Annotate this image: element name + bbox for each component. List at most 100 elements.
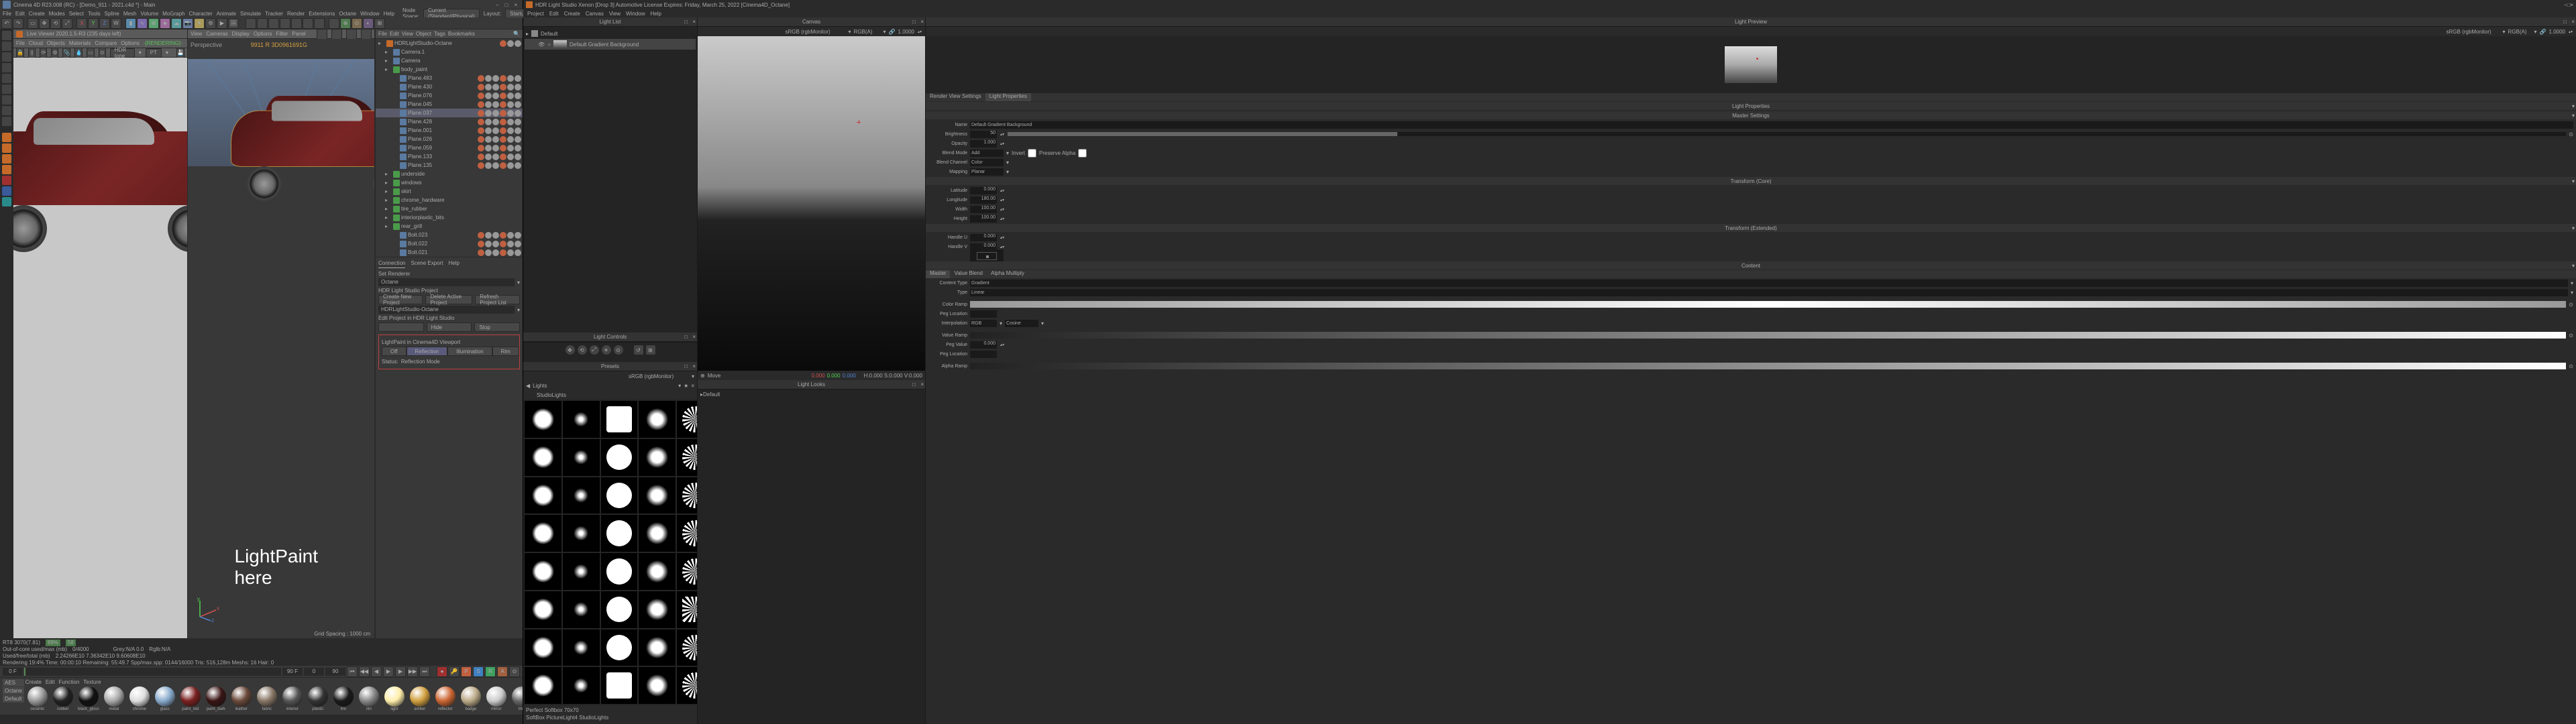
hls-menu-canvas[interactable]: Canvas	[586, 11, 604, 17]
object-name[interactable]: Plane.135	[408, 162, 476, 168]
object-tag[interactable]	[500, 127, 506, 134]
pv-cameras[interactable]: Cameras	[206, 31, 227, 37]
handle-pad[interactable]	[970, 249, 1004, 263]
material-item[interactable]: tire	[331, 686, 356, 711]
octane-dock-7[interactable]	[2, 197, 11, 206]
lc-scale-icon[interactable]: ⤢	[590, 345, 599, 355]
object-tag[interactable]	[507, 101, 514, 108]
c4d-close-icon[interactable]: ×	[512, 1, 520, 9]
object-tag[interactable]	[507, 136, 514, 143]
object-tag[interactable]	[500, 145, 506, 152]
preview-rgba-label[interactable]: RGB(A)	[2508, 29, 2532, 35]
toolbar-extra-6[interactable]	[303, 18, 313, 29]
deformer-button[interactable]: ◈	[160, 18, 170, 29]
expand-icon[interactable]: ▸	[385, 197, 392, 203]
preset-item[interactable]	[525, 629, 561, 666]
preset-item[interactable]	[563, 439, 600, 476]
object-tag[interactable]	[478, 84, 484, 90]
menu-window[interactable]: Window	[360, 11, 379, 17]
latitude-input[interactable]: 0.000	[970, 187, 997, 194]
preset-item[interactable]	[601, 629, 638, 666]
mode-illumination-button[interactable]: Illumination	[447, 347, 492, 356]
timeline-start[interactable]: 0 F	[3, 668, 23, 676]
lv-file[interactable]: File	[16, 40, 25, 46]
octane-dock-6[interactable]	[2, 186, 11, 196]
preview-colorspace[interactable]: sRGB (rgbMonitor)	[2447, 29, 2500, 35]
spinner-icon[interactable]: ▴▾	[1000, 207, 1005, 212]
link-icon[interactable]: 🔗	[2540, 29, 2546, 35]
object-name[interactable]: Plane.037	[408, 110, 476, 116]
longitude-input[interactable]: 180.00	[970, 196, 997, 204]
material-item[interactable]: badge	[459, 686, 483, 711]
object-tag[interactable]	[500, 162, 506, 169]
content-type-dropdown[interactable]: Gradient	[970, 280, 2568, 287]
mode-workplane[interactable]	[2, 106, 11, 115]
object-tag[interactable]	[478, 162, 484, 169]
viewport-nav-4[interactable]	[361, 29, 372, 40]
collapse-icon[interactable]: ▾	[2572, 103, 2575, 109]
material-item[interactable]: amber	[408, 686, 432, 711]
material-item[interactable]: glass	[153, 686, 177, 711]
om-tags[interactable]: Tags	[434, 31, 445, 37]
preset-item[interactable]	[601, 515, 638, 552]
object-tag[interactable]	[507, 119, 514, 125]
menu-simulate[interactable]: Simulate	[240, 11, 261, 17]
toolbar-extra-11[interactable]: ◐	[363, 18, 374, 29]
project-dropdown[interactable]: HDRLightStudio-Octane	[378, 306, 515, 314]
object-tag[interactable]	[492, 145, 499, 152]
object-tree-row[interactable]: Plane.001	[376, 126, 523, 135]
material-item[interactable]: paint_dark	[204, 686, 228, 711]
preview-exposure-value[interactable]: 1.0000	[2549, 29, 2565, 35]
preset-item[interactable]	[601, 553, 638, 590]
menu-tools[interactable]: Tools	[88, 11, 101, 17]
object-tag[interactable]	[478, 127, 484, 134]
preset-item[interactable]	[601, 439, 638, 476]
om-object[interactable]: Object	[416, 31, 431, 37]
lv-pause-button[interactable]: ||	[28, 48, 36, 58]
pv-filter[interactable]: Filter	[276, 31, 288, 37]
object-tree-row[interactable]: ▸tire_rubber	[376, 204, 523, 213]
matbar-octane[interactable]: Octane	[3, 687, 24, 695]
timeline-prev-frame-icon[interactable]: ◀	[371, 666, 382, 677]
timeline-play-icon[interactable]: ▶	[383, 666, 394, 677]
toolbar-extra-3[interactable]	[268, 18, 279, 29]
object-tree-row[interactable]: ▸skirt	[376, 187, 523, 196]
viewport-nav-1[interactable]	[317, 29, 327, 40]
preset-grid[interactable]	[523, 400, 697, 705]
object-tag[interactable]	[500, 75, 506, 82]
object-tag[interactable]	[478, 110, 484, 117]
expand-icon[interactable]: ▸	[385, 215, 392, 221]
axis-y[interactable]: Y	[88, 18, 99, 29]
material-item[interactable]: ceramic	[25, 686, 50, 711]
axis-x[interactable]: X	[76, 18, 87, 29]
timeline-last-icon[interactable]: ⏭	[419, 666, 430, 677]
mode-texture[interactable]	[2, 95, 11, 105]
peg-location-input[interactable]	[970, 310, 997, 318]
hls-menu-edit[interactable]: Edit	[549, 11, 559, 17]
object-tag[interactable]	[500, 232, 506, 239]
octane-dock-5[interactable]	[2, 176, 11, 185]
preset-item[interactable]	[525, 553, 561, 590]
presets-menu-icon[interactable]: ≡	[691, 383, 694, 389]
panel-undock-icon[interactable]: □	[912, 381, 916, 387]
spinner-icon[interactable]: ▴▾	[1000, 132, 1005, 137]
object-tag[interactable]	[515, 75, 521, 82]
object-tag[interactable]	[515, 145, 521, 152]
lc-rotate-icon[interactable]: ⟲	[578, 345, 587, 355]
toolbar-extra-12[interactable]: ⊞	[374, 18, 385, 29]
menu-mograph[interactable]: MoGraph	[162, 11, 184, 17]
collapse-icon[interactable]: ▾	[2572, 113, 2575, 119]
spinner-icon[interactable]: ▴▾	[917, 29, 922, 34]
object-tag[interactable]	[478, 93, 484, 99]
expand-icon[interactable]: ▸	[385, 188, 392, 194]
material-item[interactable]: black_gloss	[76, 686, 101, 711]
light-list[interactable]: ▸ Default 👁 ○ Default Gradient Backgroun…	[523, 27, 697, 333]
object-tag[interactable]	[485, 75, 492, 82]
object-tag[interactable]	[478, 249, 484, 256]
menu-character[interactable]: Character	[189, 11, 213, 17]
object-name[interactable]: Plane.430	[408, 84, 476, 90]
content-tab-alpha-multiply[interactable]: Alpha Multiply	[987, 270, 1028, 278]
lv-options[interactable]: Options	[121, 40, 140, 46]
object-name[interactable]: windows	[401, 180, 520, 186]
solo-icon[interactable]: ○	[547, 42, 551, 48]
